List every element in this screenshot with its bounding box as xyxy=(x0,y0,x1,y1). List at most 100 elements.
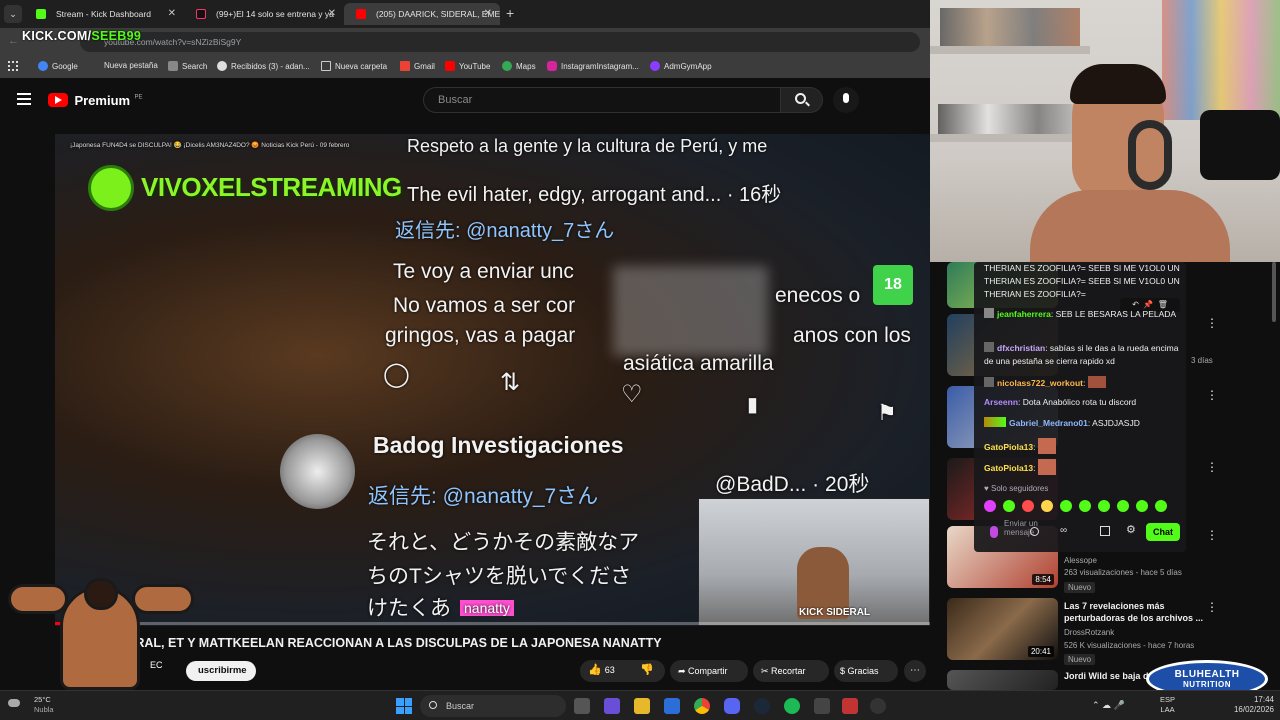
store-icon[interactable] xyxy=(664,698,680,714)
kick-sideral-label: KICK SIDERAL xyxy=(799,607,871,618)
more-options-icon[interactable]: ⋮ xyxy=(1206,316,1218,330)
kick-channel-overlay: KICK.COM/SEEB99 xyxy=(22,29,142,43)
tab-list-button[interactable]: ⌄ xyxy=(4,5,22,23)
recommendation-thumbnail[interactable] xyxy=(947,670,1058,690)
windows-start-icon[interactable] xyxy=(396,698,412,714)
more-options-icon[interactable]: ⋮ xyxy=(1206,460,1218,474)
users-icon[interactable]: ∞ xyxy=(1060,525,1067,536)
search-button[interactable] xyxy=(781,87,823,113)
discord-icon[interactable] xyxy=(724,698,740,714)
clock[interactable]: 17:44 16/02/2026 xyxy=(1218,695,1274,715)
tray-icons[interactable]: ⌃ ☁ 🎤 xyxy=(1092,700,1152,712)
chat-message: jeanfaherrera: SEB LE BESARAS LA PELADA xyxy=(984,308,1180,321)
dislike-icon[interactable]: 👎 xyxy=(640,663,654,676)
emote-icon[interactable] xyxy=(1098,500,1110,512)
emoji-icon[interactable] xyxy=(1030,527,1039,536)
avatar xyxy=(280,434,355,509)
chrome-icon[interactable] xyxy=(694,698,710,714)
app-icon[interactable] xyxy=(842,698,858,714)
bookmark-inbox[interactable]: Recibidos (3) - adan... xyxy=(217,61,310,71)
bookmark-instagram[interactable]: InstagramInstagram... xyxy=(547,61,639,71)
obs-icon[interactable] xyxy=(870,698,886,714)
tiktok-icon xyxy=(196,9,206,19)
new-badge: Nuevo xyxy=(1064,582,1096,593)
taskbar-search[interactable]: Buscar xyxy=(420,695,566,717)
bookmark-maps[interactable]: Maps xyxy=(502,61,536,71)
emote-icon xyxy=(1037,459,1056,475)
bookmark-youtube[interactable]: YouTube xyxy=(445,61,490,71)
bookmark-google[interactable]: Google xyxy=(38,61,78,71)
thanks-button[interactable]: $ Gracias xyxy=(834,660,898,682)
chat-send-button[interactable]: Chat xyxy=(1146,523,1180,541)
bookmark-search[interactable]: Search xyxy=(168,61,207,71)
hamburger-menu-icon[interactable] xyxy=(17,93,31,105)
blurred-region xyxy=(613,266,768,356)
video-line: 返信先: @nanatty_7さん xyxy=(395,220,615,242)
shelf xyxy=(930,46,1090,54)
close-tab-icon[interactable]: ✕ xyxy=(168,3,176,25)
new-badge: Nuevo xyxy=(1064,654,1096,665)
gift-icon[interactable] xyxy=(1100,526,1110,536)
widgets-icon[interactable] xyxy=(604,698,620,714)
more-options-icon[interactable]: ⋮ xyxy=(1206,388,1218,402)
url-field[interactable]: youtube.com/watch?v=sNZizBiSg9Y xyxy=(80,32,920,52)
tab-tiktok[interactable]: (99+)El 14 solo se entrena y ya ✕ xyxy=(184,3,344,25)
back-icon[interactable]: ← xyxy=(8,35,19,47)
recommendation-title[interactable]: Las 7 revelaciones más perturbadoras de … xyxy=(1064,600,1204,624)
more-options-icon[interactable]: ⋮ xyxy=(1206,528,1218,542)
video-line: それと、どうかその素敵なア xyxy=(367,531,640,554)
video-player[interactable]: ¡Japonesa FUN4D4 se DISCULPA! 😂 ¡Dicelis… xyxy=(55,134,930,626)
emote-icon xyxy=(1037,438,1056,454)
steam-icon[interactable] xyxy=(754,698,770,714)
close-tab-icon[interactable]: ✕ xyxy=(328,3,336,25)
youtube-logo[interactable]: Premium PE xyxy=(48,92,143,108)
close-tab-icon[interactable]: ✕ xyxy=(484,3,492,25)
voice-search-button[interactable] xyxy=(833,87,859,113)
gmail-icon xyxy=(400,61,410,71)
heart-icon: ♥ xyxy=(984,484,991,493)
followers-only-notice: ♥ Solo seguidores xyxy=(984,484,1049,493)
emote-icon[interactable] xyxy=(1041,500,1053,512)
more-actions-icon[interactable]: ⋯ xyxy=(904,660,926,682)
like-button[interactable]: 👍 63 xyxy=(588,663,615,676)
share-button[interactable]: ➦ Compartir xyxy=(670,660,748,682)
clip-button[interactable]: ✂ Recortar xyxy=(753,660,829,682)
scissors-icon: ✂ xyxy=(761,666,772,676)
emote-icon[interactable] xyxy=(1060,500,1072,512)
streamer-hair xyxy=(1070,64,1166,104)
emote-bar xyxy=(984,498,1174,514)
spotify-icon[interactable] xyxy=(784,698,800,714)
emote-icon[interactable] xyxy=(1155,500,1167,512)
recommendation-thumbnail[interactable]: 20:41 xyxy=(947,598,1058,660)
microphone-icon[interactable] xyxy=(990,526,998,538)
emote-icon[interactable] xyxy=(984,500,996,512)
emote-icon[interactable] xyxy=(1022,500,1034,512)
bookmark-admgymapp[interactable]: AdmGymApp xyxy=(650,61,712,71)
bookmark-folder[interactable]: Nueva carpeta xyxy=(321,61,387,71)
emote-icon[interactable] xyxy=(1079,500,1091,512)
recommendation-meta: 3 días xyxy=(1191,356,1213,365)
bookmark-icon: ⚑ xyxy=(877,400,897,425)
recommendation-meta: 526 K visualizaciones - hace 7 horas xyxy=(1064,641,1195,650)
microphone-icon xyxy=(843,93,849,103)
tab-kick-dashboard[interactable]: Stream - Kick Dashboard ✕ xyxy=(24,3,184,25)
age-badge: 18 xyxy=(873,265,913,305)
emote-icon[interactable] xyxy=(1003,500,1015,512)
language-indicator[interactable]: ESP LAA xyxy=(1160,695,1175,715)
apps-grid-icon[interactable] xyxy=(8,61,18,71)
weather-widget[interactable]: 25°C Nubla xyxy=(8,694,68,718)
bookmark-new-tab[interactable]: Nueva pestaña xyxy=(104,61,158,70)
new-tab-button[interactable]: + xyxy=(506,5,514,21)
task-view-icon[interactable] xyxy=(574,698,590,714)
bookmark-gmail[interactable]: Gmail xyxy=(400,61,435,71)
file-explorer-icon[interactable] xyxy=(634,698,650,714)
more-options-icon[interactable]: ⋮ xyxy=(1206,600,1218,614)
emote-icon[interactable] xyxy=(1117,500,1129,512)
scrollbar[interactable] xyxy=(1272,262,1276,322)
tab-youtube[interactable]: (205) DAARICK, SIDERAL, EMET ✕ xyxy=(344,3,500,25)
app-icon[interactable] xyxy=(814,698,830,714)
recommendation-title[interactable]: Jordi Wild se baja de xyxy=(1064,671,1153,681)
search-input[interactable]: Buscar xyxy=(423,87,781,113)
gear-icon[interactable]: ⚙ xyxy=(1126,523,1136,536)
emote-icon[interactable] xyxy=(1136,500,1148,512)
